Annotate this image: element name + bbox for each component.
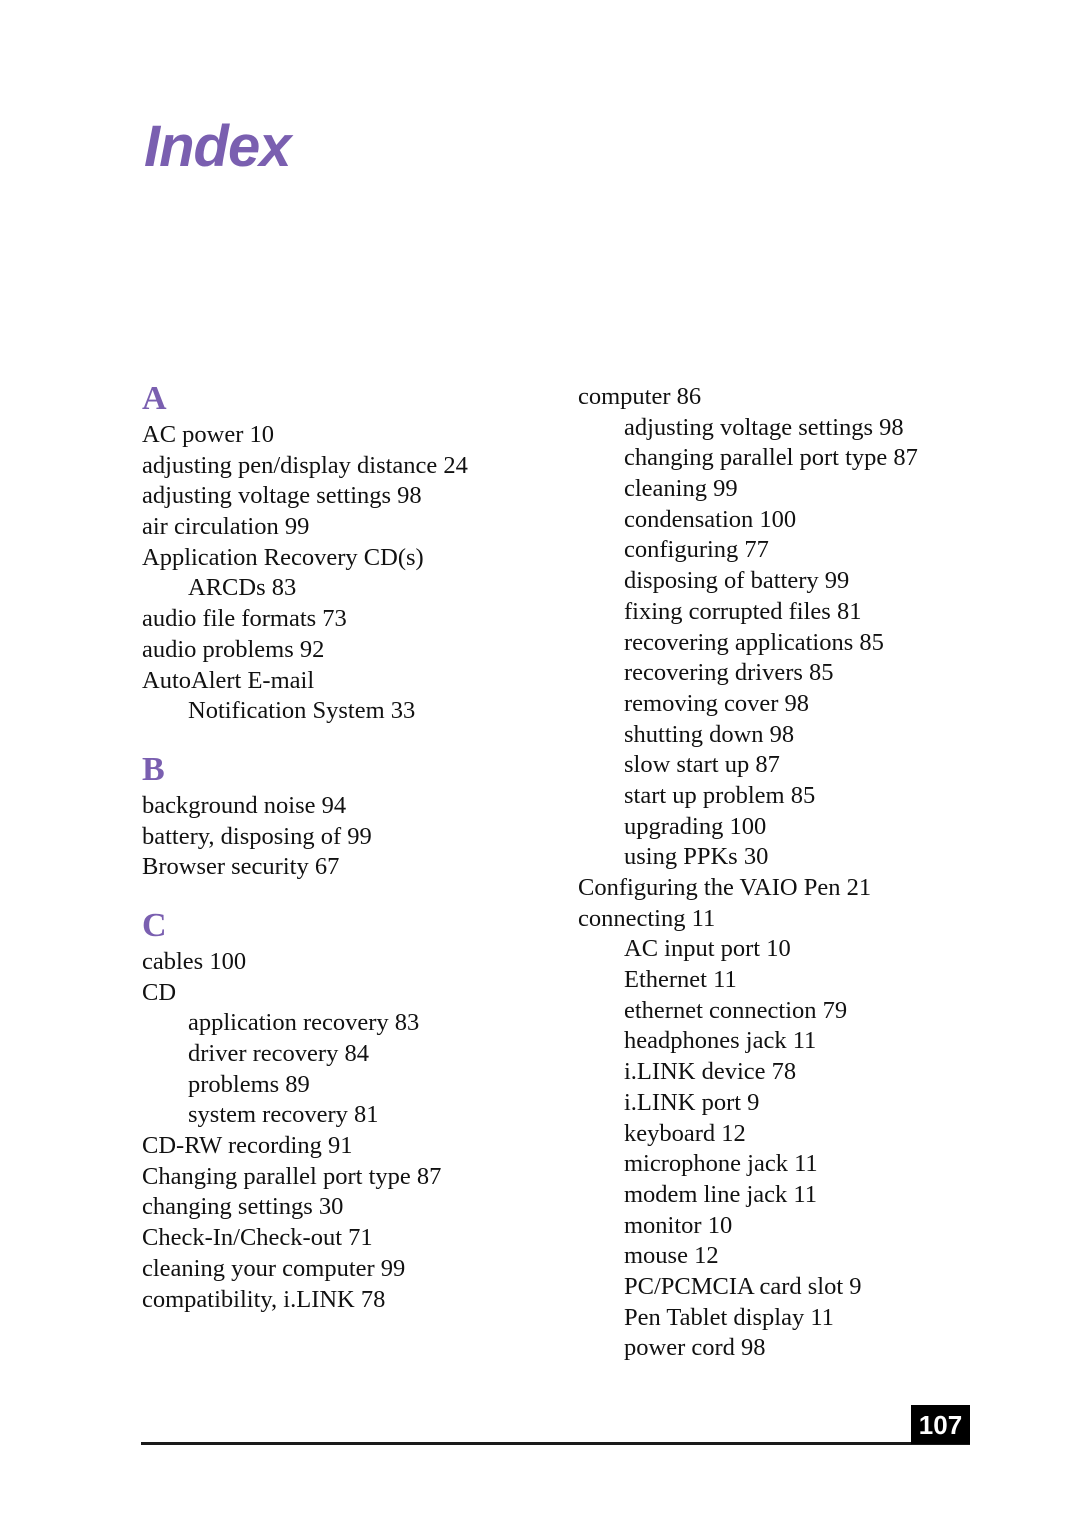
index-column-right: computer 86 adjusting voltage settings 98… <box>578 382 1018 1364</box>
index-subentry: Ethernet 11 <box>624 966 737 994</box>
index-entry: compatibility, i.LINK 78 <box>142 1285 386 1313</box>
index-entry: Check-In/Check-out 71 <box>142 1224 373 1252</box>
index-entry: adjusting voltage settings 98 <box>142 482 422 510</box>
index-subentry: recovering drivers 85 <box>624 659 834 687</box>
index-subentry: condensation 100 <box>624 505 797 533</box>
index-entry: background noise 94 <box>142 791 347 819</box>
index-subentry: configuring 77 <box>624 536 769 564</box>
index-subentry: i.LINK device 78 <box>624 1058 797 1086</box>
index-subentry: ARCDs 83 <box>188 574 297 602</box>
index-subentry: recovering applications 85 <box>624 628 884 656</box>
index-subentry: adjusting voltage settings 98 <box>624 413 904 441</box>
index-entry: connecting 11 <box>578 904 716 932</box>
index-subentry: system recovery 81 <box>188 1101 379 1129</box>
section-letter: C <box>142 906 167 944</box>
section-letter: B <box>142 750 165 788</box>
index-subentry: fixing corrupted files 81 <box>624 597 862 625</box>
index-entry: AC power 10 <box>142 421 275 448</box>
index-entry: cables 100 <box>142 947 247 975</box>
index-entry: cleaning your computer 99 <box>142 1254 406 1282</box>
index-subentry: mouse 12 <box>624 1242 719 1270</box>
index-entry: battery, disposing of 99 <box>142 822 372 850</box>
index-entry: AutoAlert E-mail <box>142 666 315 694</box>
index-subentry: application recovery 83 <box>188 1009 420 1037</box>
index-subentry: power cord 98 <box>624 1334 766 1362</box>
index-subentry: Pen Tablet display 11 <box>624 1303 834 1331</box>
index-subentry: headphones jack 11 <box>624 1027 817 1055</box>
index-subentry: AC input port 10 <box>624 935 791 963</box>
index-entry: Browser security 67 <box>142 853 340 881</box>
index-subentry: monitor 10 <box>624 1211 733 1239</box>
index-entry: Configuring the VAIO Pen 21 <box>578 874 872 901</box>
index-subentry: disposing of battery 99 <box>624 567 850 595</box>
index-entry: Changing parallel port type 87 <box>142 1162 442 1190</box>
index-subentry: shutting down 98 <box>624 720 795 748</box>
index-subentry: removing cover 98 <box>624 689 810 717</box>
index-entry: audio problems 92 <box>142 635 325 663</box>
section-letter: A <box>142 380 167 417</box>
index-entry: changing settings 30 <box>142 1193 344 1221</box>
index-subentry: ethernet connection 79 <box>624 996 848 1024</box>
index-entry: CD-RW recording 91 <box>142 1132 353 1160</box>
index-subentry: microphone jack 11 <box>624 1150 818 1178</box>
index-entry: audio file formats 73 <box>142 605 347 633</box>
index-subentry: changing parallel port type 87 <box>624 444 918 472</box>
page-title: Index <box>144 114 291 179</box>
index-entry: Application Recovery CD(s) <box>142 543 424 571</box>
index-subentry: driver recovery 84 <box>188 1040 369 1067</box>
index-subentry: i.LINK port 9 <box>624 1088 760 1116</box>
index-subentry: start up problem 85 <box>624 781 816 809</box>
index-subentry: Notification System 33 <box>188 697 416 725</box>
index-entry: air circulation 99 <box>142 513 310 541</box>
index-column-left: A AC power 10 adjusting pen/display distan… <box>142 380 562 1315</box>
index-subentry: PC/PCMCIA card slot 9 <box>624 1272 862 1300</box>
index-entry: CD <box>142 978 177 1006</box>
index-subentry: cleaning 99 <box>624 475 738 503</box>
index-subentry: keyboard 12 <box>624 1119 746 1147</box>
index-subentry: slow start up 87 <box>624 751 780 779</box>
index-subentry: problems 89 <box>188 1070 310 1098</box>
index-subentry: using PPKs 30 <box>624 843 769 871</box>
index-subentry: upgrading 100 <box>624 812 767 840</box>
index-entry: computer 86 <box>578 383 702 410</box>
page-number: 107 <box>911 1405 970 1444</box>
index-entry: adjusting pen/display distance 24 <box>142 451 468 479</box>
footer-rule <box>141 1442 970 1445</box>
index-subentry: modem line jack 11 <box>624 1180 817 1208</box>
